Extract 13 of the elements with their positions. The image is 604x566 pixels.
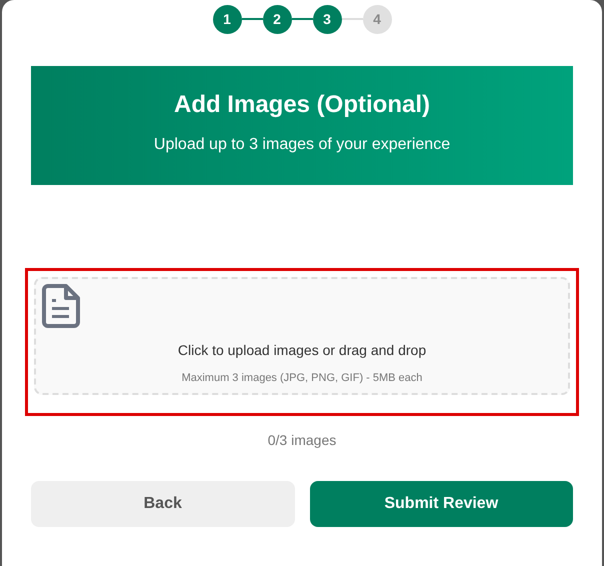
submit-button[interactable]: Submit Review	[310, 481, 573, 527]
upload-dropzone[interactable]: Click to upload images or drag and drop Maximum 3 images (JPG, PNG, GIF) - 5MB each	[34, 277, 570, 395]
step-circle: 4	[362, 4, 392, 34]
document-icon	[42, 284, 80, 328]
header-title: Add Images (Optional)	[172, 91, 431, 119]
upload-instruction: Click to upload images or drag and drop	[176, 342, 428, 358]
step-circle: 3	[312, 4, 342, 34]
header-subtitle: Upload up to 3 images of your experience	[152, 136, 452, 154]
image-count: 0/3 images	[266, 432, 338, 448]
step-circle: 1	[212, 4, 242, 34]
back-button[interactable]: Back	[31, 481, 294, 527]
upload-hint: Maximum 3 images (JPG, PNG, GIF) - 5MB each	[180, 372, 424, 384]
step-circle: 2	[262, 4, 292, 34]
